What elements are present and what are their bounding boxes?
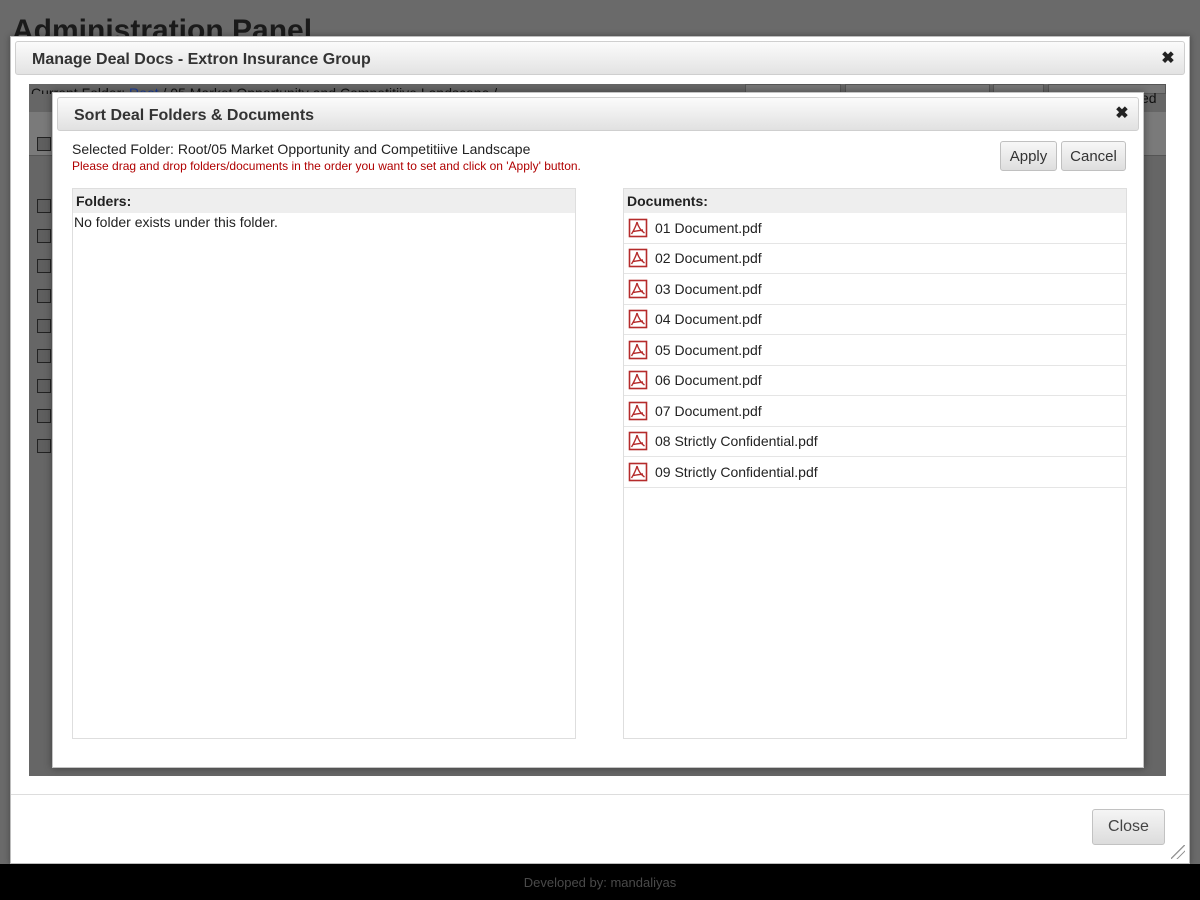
document-item[interactable]: 07 Document.pdf <box>624 396 1126 427</box>
pdf-icon <box>628 431 648 451</box>
instructions-text: Please drag and drop folders/documents i… <box>72 159 581 173</box>
document-name: 06 Document.pdf <box>655 372 762 389</box>
close-icon[interactable]: ✖ <box>1114 106 1130 122</box>
document-name: 07 Document.pdf <box>655 402 762 419</box>
dialog-title: Manage Deal Docs - Extron Insurance Grou… <box>32 51 371 68</box>
pdf-icon <box>628 309 648 329</box>
folders-panel: Folders: No folder exists under this fol… <box>72 188 576 739</box>
divider <box>11 794 1189 795</box>
page-footer: Developed by: mandaliyas <box>0 864 1200 900</box>
pdf-icon <box>628 248 648 268</box>
pdf-icon <box>628 370 648 390</box>
row-checkbox[interactable] <box>37 409 51 423</box>
dialog-title: Sort Deal Folders & Documents <box>74 107 315 124</box>
folders-header: Folders: <box>73 189 575 213</box>
dialog-titlebar[interactable]: Sort Deal Folders & Documents <box>57 97 1139 131</box>
document-name: 01 Document.pdf <box>655 219 762 236</box>
document-item[interactable]: 01 Document.pdf <box>624 213 1126 244</box>
document-item[interactable]: 05 Document.pdf <box>624 335 1126 366</box>
document-item[interactable]: 04 Document.pdf <box>624 305 1126 335</box>
row-checkbox[interactable] <box>37 319 51 333</box>
document-item[interactable]: 03 Document.pdf <box>624 274 1126 305</box>
documents-panel: Documents: 01 Document.pdf 02 Document.p… <box>623 188 1127 739</box>
documents-header: Documents: <box>624 189 1126 213</box>
pdf-icon <box>628 218 648 238</box>
pdf-icon <box>628 279 648 299</box>
row-checkbox[interactable] <box>37 349 51 363</box>
pdf-icon <box>628 462 648 482</box>
select-all-checkbox[interactable] <box>37 137 51 151</box>
document-item[interactable]: 09 Strictly Confidential.pdf <box>624 457 1126 488</box>
row-checkbox[interactable] <box>37 379 51 393</box>
row-checkbox[interactable] <box>37 229 51 243</box>
document-name: 08 Strictly Confidential.pdf <box>655 433 818 450</box>
resize-grip-icon[interactable] <box>1171 845 1185 859</box>
dialog-titlebar[interactable]: Manage Deal Docs - Extron Insurance Grou… <box>15 41 1185 75</box>
cancel-button[interactable]: Cancel <box>1061 141 1126 171</box>
pdf-icon <box>628 401 648 421</box>
folders-empty-message: No folder exists under this folder. <box>74 214 278 230</box>
row-checkbox[interactable] <box>37 289 51 303</box>
document-item[interactable]: 02 Document.pdf <box>624 244 1126 274</box>
close-icon[interactable]: ✖ <box>1160 51 1176 67</box>
row-checkbox[interactable] <box>37 259 51 273</box>
document-name: 04 Document.pdf <box>655 311 762 328</box>
sort-folders-documents-dialog: Sort Deal Folders & Documents ✖ Selected… <box>52 92 1144 768</box>
document-name: 09 Strictly Confidential.pdf <box>655 463 818 480</box>
pdf-icon <box>628 340 648 360</box>
document-item[interactable]: 06 Document.pdf <box>624 366 1126 396</box>
selected-folder-text: Selected Folder: Root/05 Market Opportun… <box>72 141 531 157</box>
documents-list: 01 Document.pdf 02 Document.pdf 03 Docum… <box>624 213 1126 488</box>
document-name: 05 Document.pdf <box>655 341 762 358</box>
row-checkbox[interactable] <box>37 439 51 453</box>
row-checkbox[interactable] <box>37 199 51 213</box>
close-button[interactable]: Close <box>1092 809 1165 845</box>
apply-button[interactable]: Apply <box>1000 141 1057 171</box>
document-item[interactable]: 08 Strictly Confidential.pdf <box>624 427 1126 457</box>
document-name: 02 Document.pdf <box>655 250 762 267</box>
document-name: 03 Document.pdf <box>655 280 762 297</box>
